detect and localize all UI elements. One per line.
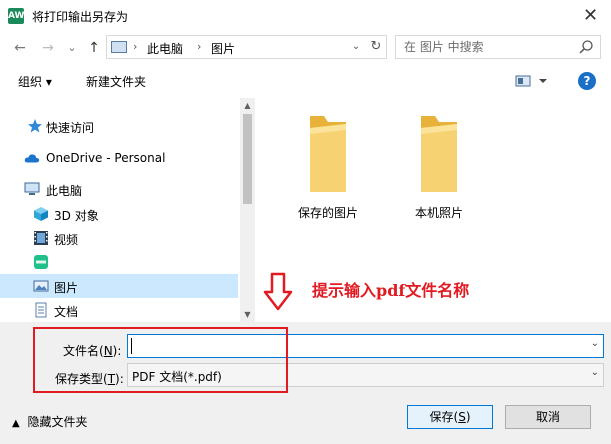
title-bar: AW 将打印输出另存为 ✕: [0, 0, 611, 32]
app-icon: AW: [8, 8, 25, 24]
navigation-pane: 快速访问 OneDrive - Personal 此电脑 3D 对象 视频 图片…: [0, 98, 255, 322]
folder-label: 保存的图片: [297, 206, 358, 220]
sidebar-item-label: 视频: [54, 233, 79, 247]
address-dropdown-button[interactable]: ⌄: [349, 39, 363, 55]
search-input[interactable]: [404, 38, 574, 56]
help-button[interactable]: ?: [578, 72, 596, 90]
new-folder-button[interactable]: 新建文件夹: [86, 73, 146, 90]
refresh-icon: ↻: [370, 39, 382, 54]
chevron-down-icon: ⌄: [590, 367, 599, 378]
back-arrow-icon: ←: [14, 40, 26, 56]
sidebar-item-app[interactable]: [0, 250, 238, 274]
sidebar-item-label: OneDrive - Personal: [46, 151, 166, 165]
cancel-button[interactable]: 取消: [505, 405, 591, 429]
search-icon: [579, 40, 593, 54]
pictures-location-icon: [111, 41, 127, 53]
sidebar-item-label: 快速访问: [46, 121, 95, 135]
back-button[interactable]: ←: [10, 38, 30, 58]
scroll-down-icon[interactable]: ▼: [240, 307, 255, 322]
annotation-arrow-down-icon: [263, 272, 293, 311]
folder-icon: [310, 116, 346, 192]
sidebar-item-documents[interactable]: 文档: [0, 298, 238, 322]
scroll-up-icon[interactable]: ▲: [240, 98, 255, 113]
pictures-icon: [33, 280, 49, 292]
sidebar-item-videos[interactable]: 视频: [0, 226, 238, 250]
up-arrow-icon: ↑: [88, 40, 100, 56]
cube-icon: [34, 207, 48, 221]
folder-item[interactable]: 本机照片: [389, 98, 489, 220]
address-bar[interactable]: › 此电脑 › 图片 ⌄ ↻: [106, 35, 387, 59]
hide-folders-toggle[interactable]: ▲ 隐藏文件夹: [12, 413, 88, 430]
breadcrumb-separator: ›: [197, 40, 202, 53]
window-title: 将打印输出另存为: [32, 10, 129, 24]
computer-icon: [24, 182, 40, 195]
annotation-highlight-box: [33, 327, 288, 393]
folder-item[interactable]: 保存的图片: [278, 98, 378, 220]
sidebar-item-onedrive[interactable]: OneDrive - Personal: [0, 146, 238, 170]
annotation-text: 提示输入pdf文件名称: [312, 281, 470, 300]
cloud-icon: [24, 154, 40, 163]
sidebar-item-this-pc[interactable]: 此电脑: [0, 177, 238, 201]
organize-button[interactable]: 组织 ▾: [18, 73, 52, 90]
recent-locations-button[interactable]: ⌄: [62, 38, 82, 58]
scrollbar-thumb[interactable]: [243, 114, 252, 204]
navigation-scrollbar[interactable]: ▲ ▼: [240, 98, 255, 322]
close-icon: ✕: [582, 5, 599, 26]
star-icon: [28, 119, 42, 133]
chevron-down-icon: ⌄: [67, 41, 77, 54]
chevron-down-icon: ⌄: [351, 41, 361, 52]
save-button[interactable]: 保存(S): [407, 405, 493, 429]
toolbar: 组织 ▾ 新建文件夹 ?: [0, 66, 611, 96]
sidebar-item-quick-access[interactable]: 快速访问: [0, 114, 238, 138]
forward-arrow-icon: →: [42, 40, 54, 56]
refresh-button[interactable]: ↻: [367, 38, 385, 56]
film-icon: [34, 231, 48, 245]
sidebar-item-pictures[interactable]: 图片: [0, 274, 238, 298]
breadcrumb-separator: ›: [133, 40, 138, 53]
sidebar-item-3d-objects[interactable]: 3D 对象: [0, 202, 238, 226]
breadcrumb-pictures[interactable]: 图片: [211, 40, 235, 57]
forward-button[interactable]: →: [38, 38, 58, 58]
sidebar-item-label: 文档: [54, 305, 79, 319]
app-icon: [34, 255, 48, 269]
sidebar-item-label: 图片: [54, 281, 79, 295]
up-button[interactable]: ↑: [84, 38, 104, 58]
folder-label: 本机照片: [414, 206, 463, 220]
close-button[interactable]: ✕: [570, 0, 611, 32]
breadcrumb-this-pc[interactable]: 此电脑: [147, 40, 183, 57]
chevron-up-icon: ▲: [12, 418, 20, 429]
chevron-down-icon[interactable]: ⌄: [591, 338, 599, 349]
folder-icon: [421, 116, 457, 192]
change-view-button[interactable]: [515, 73, 551, 89]
document-icon: [35, 302, 47, 318]
help-icon: ?: [583, 74, 591, 88]
search-box[interactable]: [395, 35, 601, 59]
sidebar-item-label: 此电脑: [46, 184, 83, 198]
view-icon: [515, 75, 547, 87]
sidebar-item-label: 3D 对象: [54, 209, 99, 223]
